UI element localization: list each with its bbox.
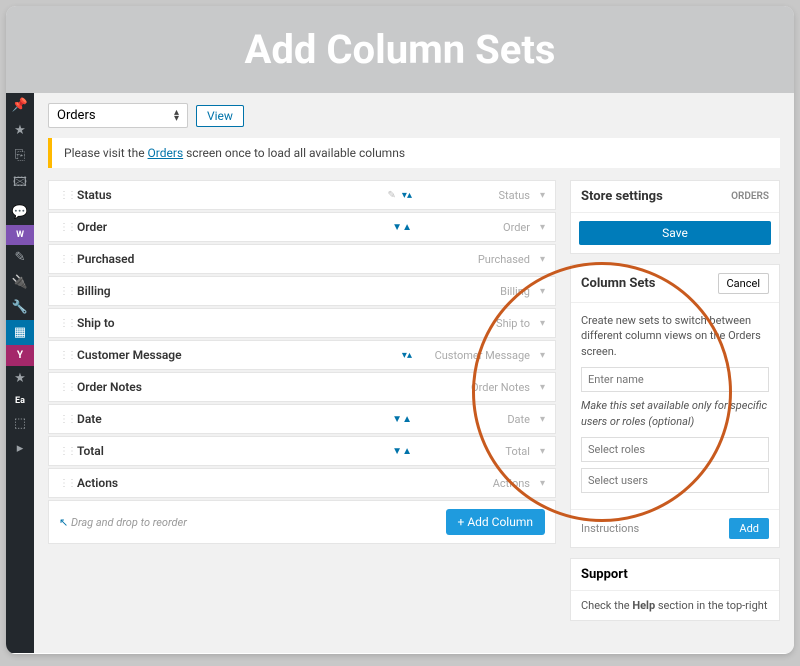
admin-columns-icon[interactable]: ▦ [6,320,34,345]
column-row[interactable]: ⋮⋮ Status ✎ ▾▴ Status ▾ [48,180,556,210]
sort-icon[interactable]: ▼▲ [392,222,412,233]
drag-handle-icon[interactable]: ⋮⋮ [59,286,69,297]
column-type: Ship to [420,317,530,330]
filter-icon[interactable]: ▾▴ [402,190,412,201]
column-row[interactable]: ⋮⋮ Total ▼▲ Total ▾ [48,436,556,466]
column-type: Customer Message [420,349,530,362]
column-row[interactable]: ⋮⋮ Date ▼▲ Date ▾ [48,404,556,434]
woo-icon[interactable]: W [6,225,34,245]
add-set-button[interactable]: Add [729,518,769,539]
post-type-select[interactable]: Orders ▴▾ [48,103,188,128]
column-type: Order Notes [420,381,530,394]
column-type: Order [420,221,530,234]
column-type: Date [420,413,530,426]
drag-handle-icon[interactable]: ⋮⋮ [59,254,69,265]
ea-icon[interactable]: Ea [6,391,34,411]
pin-icon[interactable]: 📌 [6,93,34,118]
column-row[interactable]: ⋮⋮ Order Notes Order Notes ▾ [48,372,556,402]
column-type: Actions [420,477,530,490]
column-row[interactable]: ⋮⋮ Ship to Ship to ▾ [48,308,556,338]
star-icon[interactable]: ★ [6,118,34,143]
posts-icon[interactable]: ⎘ [6,143,34,168]
column-type: Purchased [420,253,530,266]
banner-title: Add Column Sets [6,6,794,93]
column-label: Ship to [77,316,217,330]
select-users-input[interactable] [581,468,769,493]
store-settings-tag: ORDERS [731,191,769,202]
yoast-icon[interactable]: Y [6,345,34,366]
drag-handle-icon[interactable]: ⋮⋮ [59,350,69,361]
column-type: Status [420,189,530,202]
store-settings-box: Store settings ORDERS Save [570,180,780,254]
drag-hint: Drag and drop to reorder [59,516,187,529]
expand-caret-icon[interactable]: ▾ [540,350,545,361]
column-sets-description: Create new sets to switch between differ… [581,313,769,359]
columns-panel: ⋮⋮ Status ✎ ▾▴ Status ▾ ⋮⋮ Order ▼▲ Order… [48,180,556,621]
availability-note: Make this set available only for specifi… [581,398,769,429]
instructions-link[interactable]: Instructions [581,522,639,535]
store-settings-title: Store settings [581,189,663,204]
column-row[interactable]: ⋮⋮ Billing Billing ▾ [48,276,556,306]
drag-handle-icon[interactable]: ⋮⋮ [59,190,69,201]
column-label: Purchased [77,252,217,266]
notice-bar: Please visit the Orders screen once to l… [48,138,780,168]
expand-caret-icon[interactable]: ▾ [540,478,545,489]
save-button[interactable]: Save [579,221,771,245]
post-type-selected: Orders [57,108,96,123]
drag-handle-icon[interactable]: ⋮⋮ [59,382,69,393]
expand-caret-icon[interactable]: ▾ [540,382,545,393]
drag-handle-icon[interactable]: ⋮⋮ [59,414,69,425]
column-label: Order [77,220,217,234]
expand-caret-icon[interactable]: ▾ [540,318,545,329]
column-label: Date [77,412,217,426]
column-sets-title: Column Sets [581,276,655,291]
drag-handle-icon[interactable]: ⋮⋮ [59,318,69,329]
drag-handle-icon[interactable]: ⋮⋮ [59,478,69,489]
expand-caret-icon[interactable]: ▾ [540,222,545,233]
column-label: Billing [77,284,217,298]
wp-admin-sidebar: 📌 ★ ⎘ 🖾 💬 W ✎ 🔌 🔧 ▦ Y ★ Ea ⬚ ▸ [6,93,34,653]
support-title: Support [571,559,779,591]
comments-icon[interactable]: 💬 [6,200,34,225]
column-label: Customer Message [77,348,217,362]
column-label: Status [77,188,217,202]
column-type: Total [420,445,530,458]
expand-caret-icon[interactable]: ▾ [540,286,545,297]
column-row[interactable]: ⋮⋮ Order ▼▲ Order ▾ [48,212,556,242]
filter-icon[interactable]: ▾▴ [402,350,412,361]
column-row[interactable]: ⋮⋮ Purchased Purchased ▾ [48,244,556,274]
appearance-icon[interactable]: ✎ [6,245,34,270]
expand-caret-icon[interactable]: ▾ [540,254,545,265]
expand-caret-icon[interactable]: ▾ [540,190,545,201]
expand-caret-icon[interactable]: ▾ [540,446,545,457]
support-text: Check the Help section in the top-right [571,591,779,620]
media-icon[interactable]: 🖾 [6,168,34,200]
drag-handle-icon[interactable]: ⋮⋮ [59,222,69,233]
sort-icon[interactable]: ▼▲ [392,446,412,457]
cancel-button[interactable]: Cancel [718,273,769,294]
pencil-icon[interactable]: ✎ [388,190,396,201]
view-button[interactable]: View [196,105,244,127]
add-column-button[interactable]: + Add Column [446,509,545,535]
collapse-icon[interactable]: ▸ [6,436,34,461]
misc-icon[interactable]: ⬚ [6,411,34,436]
tools-icon[interactable]: 🔧 [6,295,34,320]
select-arrows-icon: ▴▾ [174,110,179,122]
select-roles-input[interactable] [581,437,769,462]
expand-caret-icon[interactable]: ▾ [540,414,545,425]
column-sets-box: Column Sets Cancel Create new sets to sw… [570,264,780,548]
column-label: Total [77,444,217,458]
column-row[interactable]: ⋮⋮ Actions Actions ▾ [48,468,556,498]
notice-orders-link[interactable]: Orders [148,146,184,160]
drag-handle-icon[interactable]: ⋮⋮ [59,446,69,457]
column-row[interactable]: ⋮⋮ Customer Message ▾▴ Customer Message … [48,340,556,370]
plugins-icon[interactable]: 🔌 [6,270,34,295]
support-box: Support Check the Help section in the to… [570,558,780,621]
column-label: Order Notes [77,380,217,394]
star2-icon[interactable]: ★ [6,366,34,391]
column-label: Actions [77,476,217,490]
column-type: Billing [420,285,530,298]
set-name-input[interactable] [581,367,769,392]
sort-icon[interactable]: ▼▲ [392,414,412,425]
